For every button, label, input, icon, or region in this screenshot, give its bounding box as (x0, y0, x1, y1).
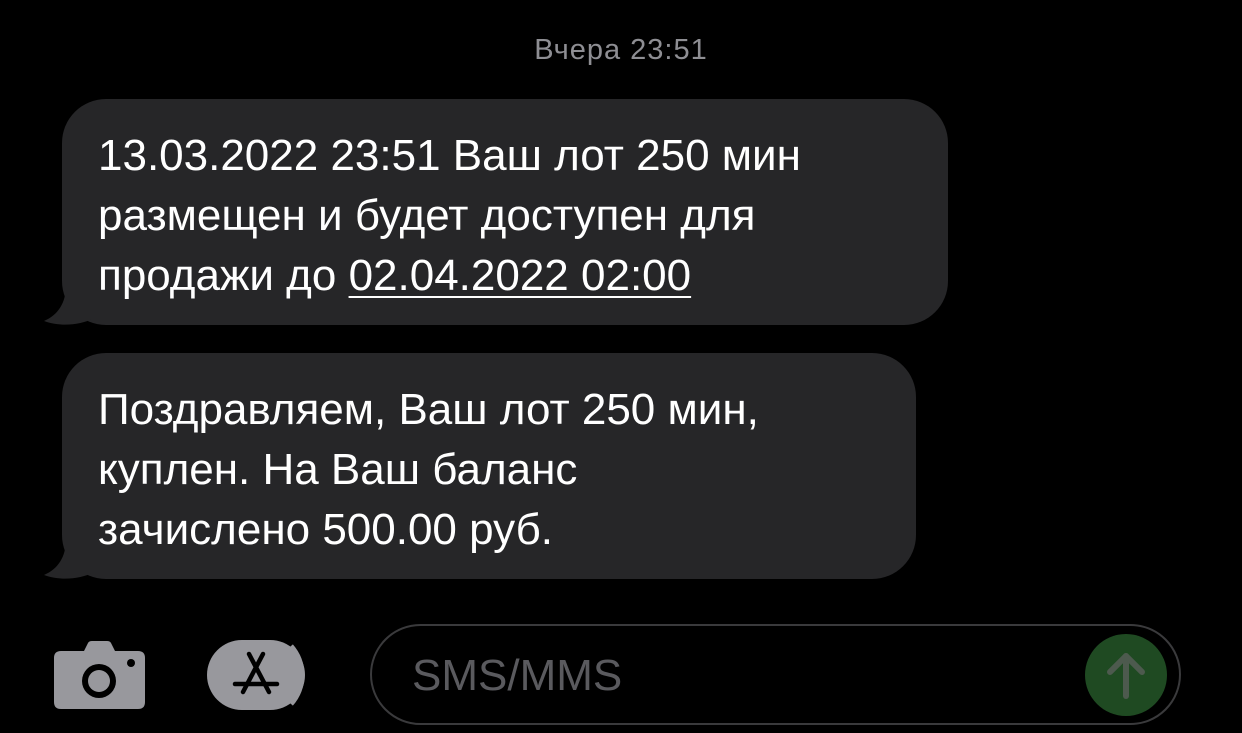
timestamp: Вчера 23:51 (534, 34, 708, 66)
app-store-icon (207, 640, 305, 710)
camera-button[interactable] (54, 641, 145, 709)
app-store-button[interactable] (207, 640, 319, 710)
message-bubble[interactable]: Поздравляем, Ваш лот 250 мин, куплен. На… (44, 353, 916, 579)
message-text: продажи до (98, 251, 349, 300)
message-text-line: продажи до 02.04.2022 02:00 (98, 246, 912, 306)
message-input[interactable] (410, 626, 1074, 725)
message-bubble[interactable]: 13.03.2022 23:51 Ваш лот 250 мин размеще… (44, 99, 948, 325)
message-composer (370, 624, 1181, 725)
date-link[interactable]: 02.04.2022 02:00 (349, 251, 692, 300)
bubble-tail-icon (44, 285, 92, 325)
message-text-line: размещен и будет доступен для (98, 191, 756, 240)
message-text-line: 13.03.2022 23:51 Ваш лот 250 мин (98, 131, 801, 180)
message-text-line: зачислено 500.00 руб. (98, 505, 554, 554)
camera-icon (54, 641, 145, 709)
message-text-line: Поздравляем, Ваш лот 250 мин, (98, 385, 759, 434)
arrow-up-icon (1107, 653, 1145, 699)
send-button[interactable] (1085, 634, 1167, 716)
message-text-line: куплен. На Ваш баланс (98, 445, 578, 494)
bubble-tail-icon (44, 539, 92, 579)
